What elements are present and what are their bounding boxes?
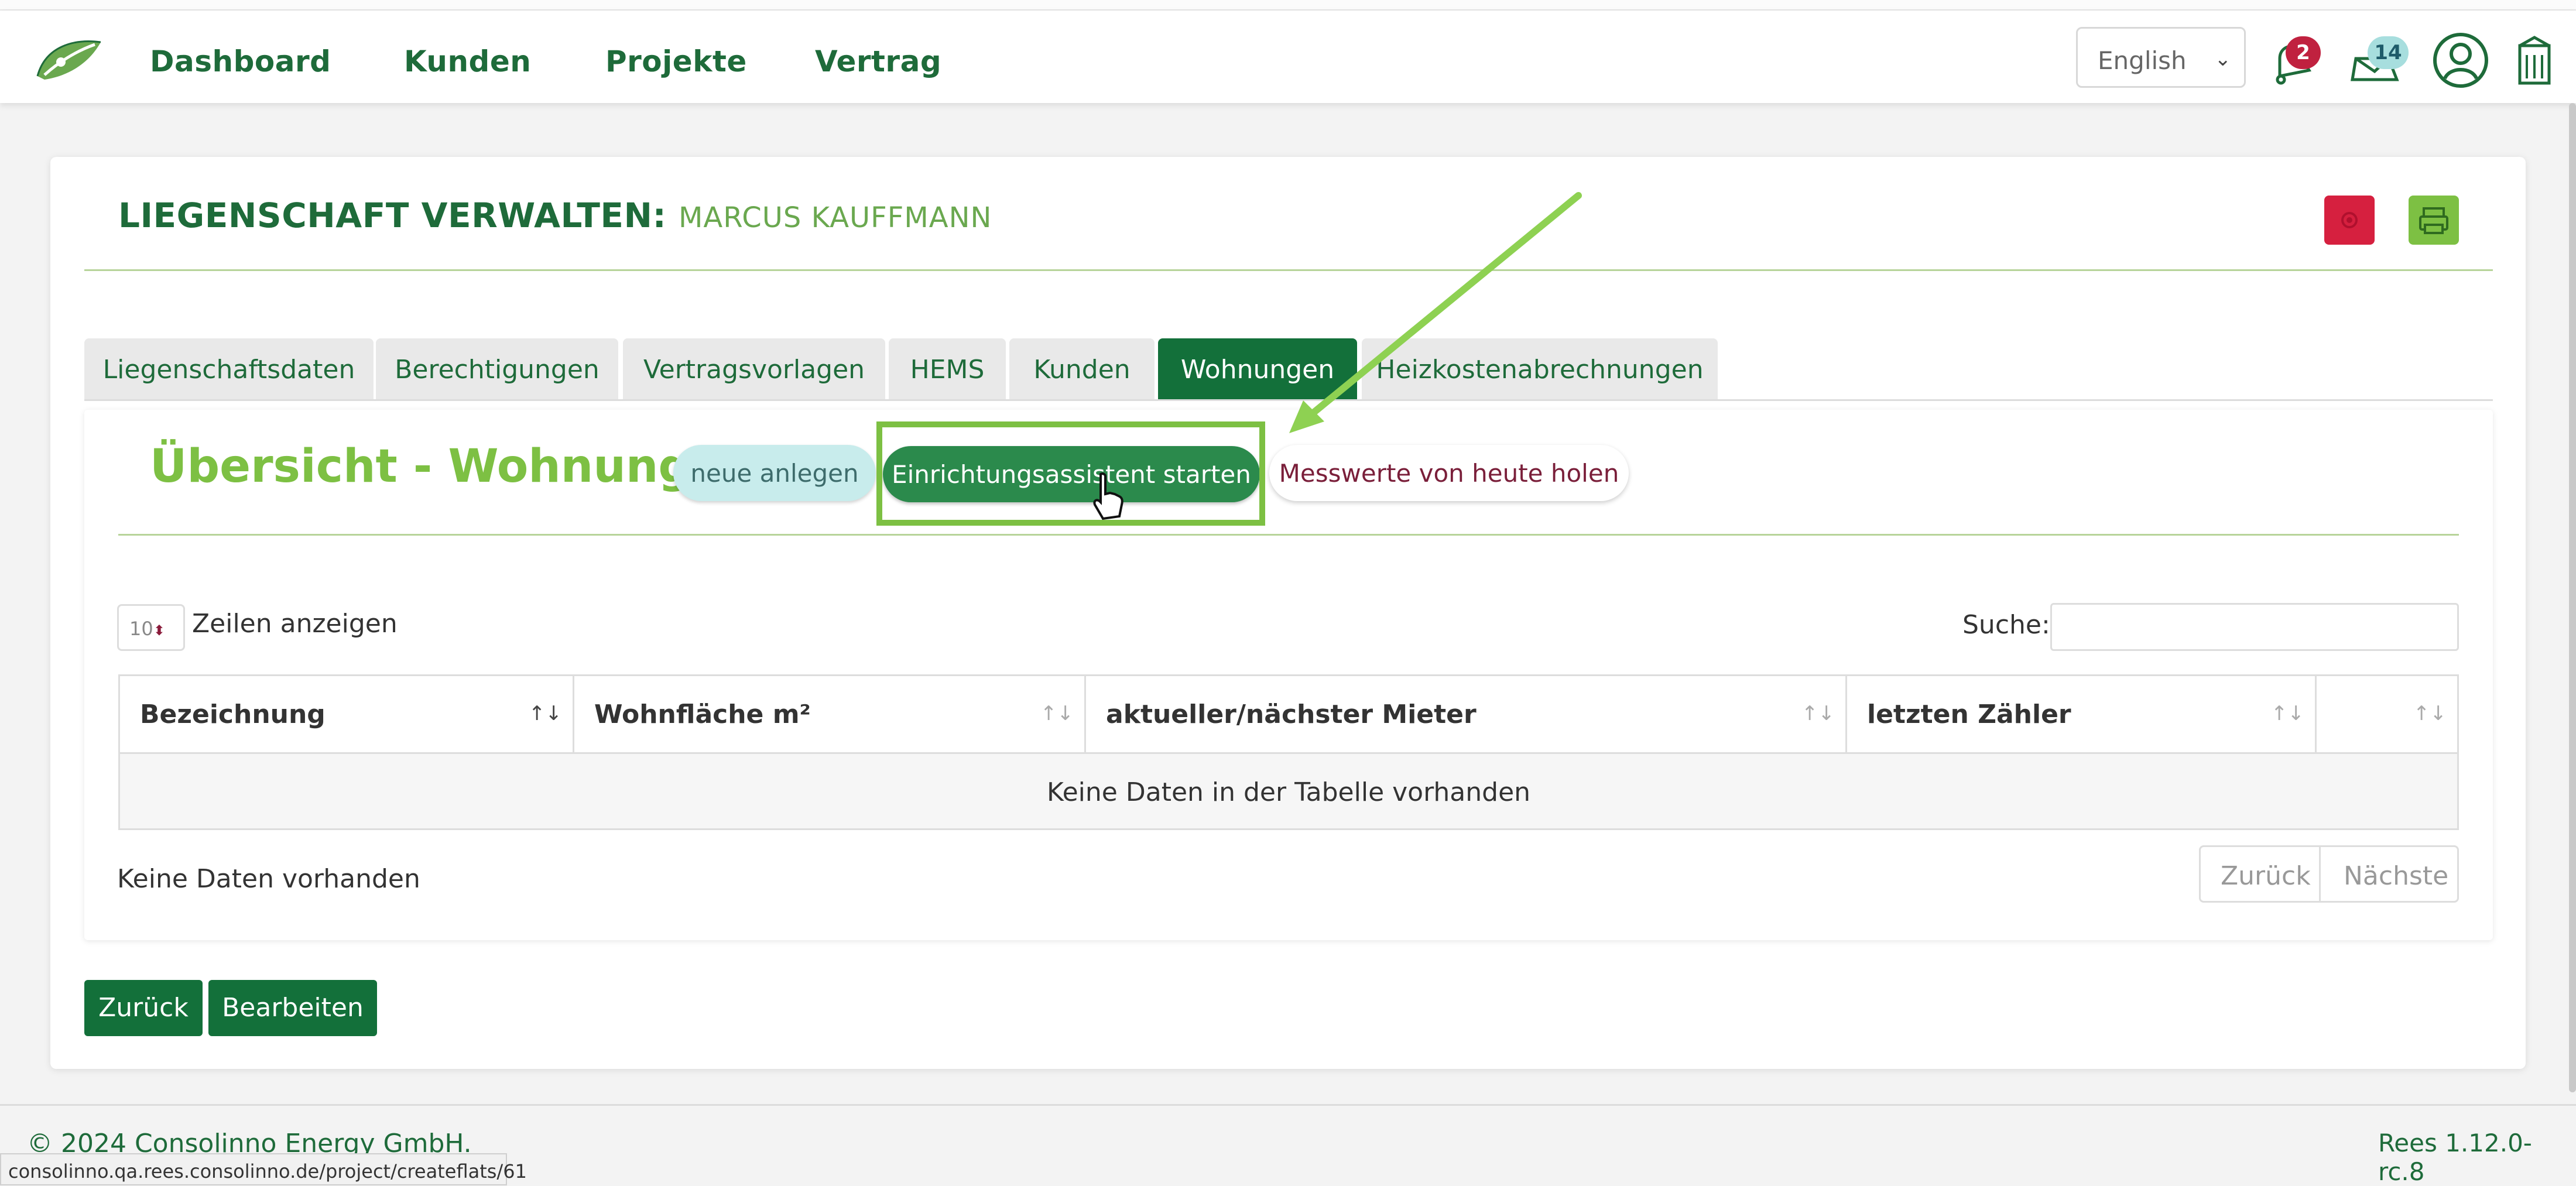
page-scrollbar[interactable] — [2569, 103, 2576, 1092]
messages-button[interactable]: 14 — [2348, 35, 2409, 88]
section-divider — [118, 534, 2459, 536]
pagination-next[interactable]: Nächste — [2344, 861, 2448, 891]
page-length-value: 10 — [129, 618, 153, 640]
column-header-label: Bezeichnung — [140, 700, 326, 729]
tab-vertragsvorlagen[interactable]: Vertragsvorlagen — [623, 338, 885, 400]
consolinno-logo[interactable] — [34, 34, 103, 84]
pagination-prev[interactable]: Zurück — [2221, 861, 2311, 891]
print-button[interactable] — [2409, 196, 2459, 245]
column-header-label: aktueller/nächster Mieter — [1106, 700, 1477, 729]
highlight-box — [876, 421, 1265, 526]
flats-table: Bezeichnung ↑↓ Wohnfläche m² ↑↓ aktuelle… — [118, 674, 2459, 830]
page-title-label: LIEGENSCHAFT VERWALTEN: — [118, 196, 667, 235]
header-divider — [84, 269, 2493, 271]
language-value: English — [2098, 46, 2187, 75]
pagination: Zurück Nächste — [2199, 845, 2459, 903]
notifications-button[interactable]: 2 — [2268, 35, 2321, 88]
nav-projekte[interactable]: Projekte — [605, 44, 747, 78]
nav-vertrag[interactable]: Vertrag — [815, 44, 941, 78]
edit-button[interactable]: Bearbeiten — [208, 980, 377, 1036]
section-title: Übersicht - Wohnungen — [150, 440, 755, 493]
chevron-down-icon: ⌄ — [2214, 47, 2232, 71]
gear-icon — [2341, 212, 2358, 228]
sort-icon: ↑↓ — [2413, 702, 2447, 725]
user-avatar-icon[interactable] — [2432, 32, 2489, 89]
sort-icon: ↑↓ — [1040, 702, 1074, 725]
settings-button[interactable] — [2324, 196, 2375, 245]
printer-icon — [2419, 207, 2448, 234]
column-header-actions[interactable]: ↑↓ — [2317, 676, 2457, 752]
sort-icon: ↑↓ — [1801, 702, 1835, 725]
top-navbar: Dashboard Kunden Projekte Vertrag Englis… — [0, 11, 2576, 103]
pagination-divider — [2319, 847, 2321, 901]
building-icon[interactable] — [2514, 34, 2555, 87]
column-header-mieter[interactable]: aktueller/nächster Mieter ↑↓ — [1086, 676, 1847, 752]
new-flat-button[interactable]: neue anlegen — [673, 445, 876, 501]
browser-top-edge — [0, 0, 2576, 11]
table-info: Keine Daten vorhanden — [117, 864, 420, 894]
sort-icon: ↑↓ — [529, 702, 562, 725]
sort-icon: ↑↓ — [2271, 702, 2304, 725]
back-button[interactable]: Zurück — [84, 980, 203, 1036]
nav-dashboard[interactable]: Dashboard — [150, 44, 331, 78]
nav-kunden[interactable]: Kunden — [404, 44, 531, 78]
tab-liegenschaftsdaten[interactable]: Liegenschaftsdaten — [84, 338, 374, 400]
page-length-label: Zeilen anzeigen — [192, 609, 398, 639]
fetch-measurements-button[interactable]: Messwerte von heute holen — [1269, 445, 1629, 501]
footer-version: Rees 1.12.0-rc.8 — [2378, 1129, 2532, 1186]
page-subtitle: MARCUS KAUFFMANN — [678, 201, 992, 234]
search-label: Suche: — [1962, 610, 2050, 640]
tab-berechtigungen[interactable]: Berechtigungen — [376, 338, 618, 400]
tab-hems[interactable]: HEMS — [889, 338, 1006, 400]
column-header-label: Wohnfläche m² — [594, 700, 811, 729]
tabs-underline — [84, 399, 2493, 401]
notifications-badge: 2 — [2286, 36, 2321, 69]
footer-divider — [0, 1104, 2576, 1106]
tab-kunden[interactable]: Kunden — [1009, 338, 1155, 400]
table-empty-row: Keine Daten in der Tabelle vorhanden — [120, 752, 2457, 828]
hand-cursor-icon — [1093, 472, 1123, 520]
search-input[interactable] — [2050, 603, 2459, 651]
column-header-wohnflaeche[interactable]: Wohnfläche m² ↑↓ — [574, 676, 1086, 752]
sort-stepper-icon: ⬍ — [153, 622, 165, 639]
page-length-select[interactable]: 10⬍ — [117, 604, 185, 651]
column-header-zaehler[interactable]: letzten Zähler ↑↓ — [1847, 676, 2317, 752]
page-title: LIEGENSCHAFT VERWALTEN: MARCUS KAUFFMANN — [118, 196, 992, 235]
messages-badge: 14 — [2368, 36, 2409, 69]
tab-wohnungen[interactable]: Wohnungen — [1158, 338, 1357, 400]
column-header-bezeichnung[interactable]: Bezeichnung ↑↓ — [120, 676, 574, 752]
language-select[interactable]: English ⌄ — [2076, 27, 2246, 88]
column-header-label: letzten Zähler — [1867, 700, 2071, 729]
status-url: consolinno.qa.rees.consolinno.de/project… — [0, 1153, 527, 1185]
tab-heizkostenabrechnungen[interactable]: Heizkostenabrechnungen — [1362, 338, 1718, 400]
